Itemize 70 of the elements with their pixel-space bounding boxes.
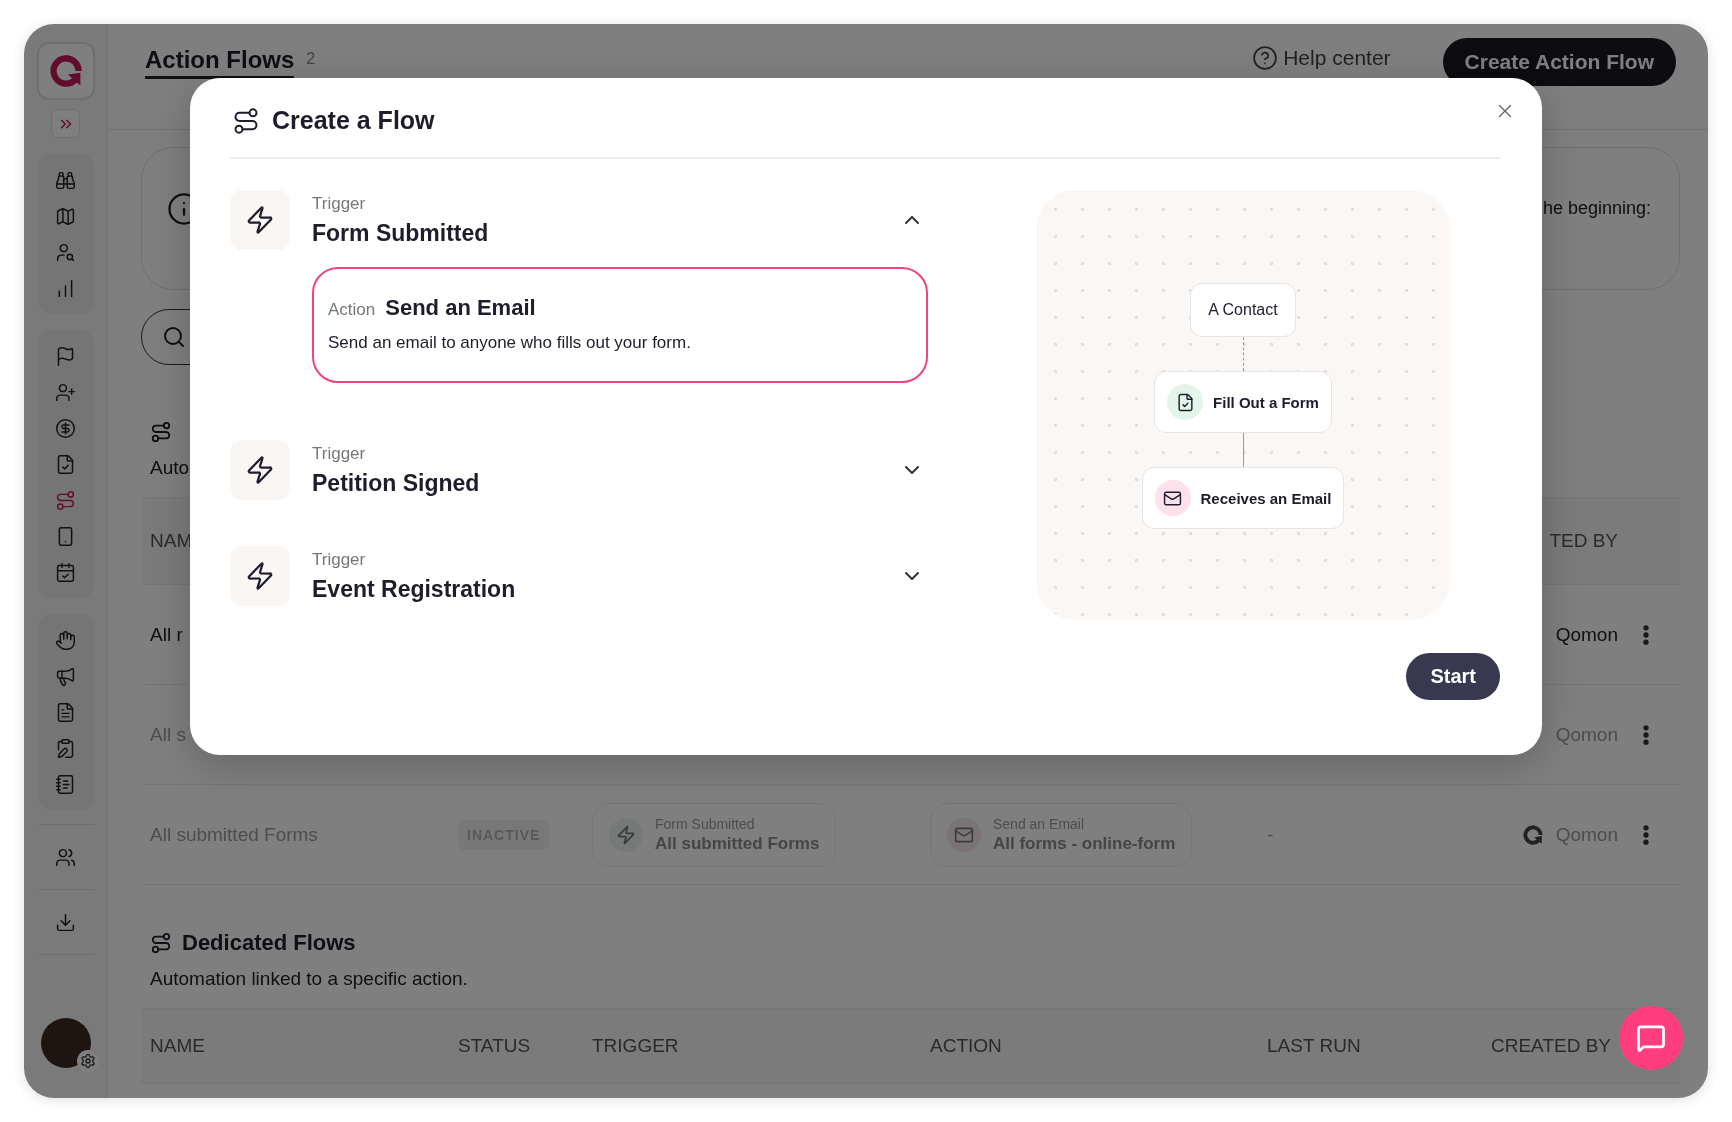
trigger-label: Trigger: [312, 443, 367, 464]
file-check-icon: [55, 453, 76, 475]
file-check-icon: [1175, 392, 1195, 412]
creator-logo-icon: [1521, 823, 1544, 846]
users-icon: [55, 846, 76, 868]
lightning-icon: [245, 455, 275, 485]
clipboard-icon: [55, 737, 76, 759]
table-cell-text: -: [1267, 823, 1275, 846]
column-header: TED BY: [1549, 530, 1619, 552]
section-description: Auto: [150, 457, 190, 479]
lightning-icon: [616, 824, 636, 845]
more-icon: [1643, 622, 1649, 647]
document-icon: [55, 701, 76, 723]
column-header: STATUS: [458, 1035, 532, 1057]
more-icon: [1643, 722, 1649, 747]
user-search-icon: [55, 241, 76, 263]
logo-icon: [47, 53, 84, 89]
section-description: Automation linked to a specific action.: [150, 968, 468, 990]
column-header: CREATED BY: [1491, 1035, 1612, 1057]
trigger-label: Trigger: [312, 193, 367, 214]
help-icon: [1253, 46, 1278, 70]
action-description: Send an email to anyone who fills out your form.: [328, 333, 692, 353]
chip-value: All submitted Forms: [655, 833, 820, 854]
mail-icon: [1163, 488, 1183, 508]
chat-icon: [1636, 1023, 1666, 1053]
action-label: Action: [328, 300, 376, 320]
avatar[interactable]: [40, 1018, 91, 1068]
user-plus-icon: [55, 381, 76, 403]
megaphone-icon: [55, 665, 76, 687]
start-button[interactable]: Start: [1406, 653, 1500, 700]
table-cell: Qomon: [1555, 623, 1618, 646]
download-icon: [55, 911, 76, 933]
lightning-icon: [245, 205, 275, 235]
chip-value: All forms - online-form: [993, 833, 1176, 854]
node-label: A Contact: [1208, 301, 1278, 319]
table-cell-text: All r: [150, 623, 184, 646]
help-link[interactable]: Help center: [1253, 46, 1391, 70]
trigger-label: Trigger: [312, 549, 367, 570]
dollar-icon: [55, 417, 76, 439]
flag-icon: [55, 345, 76, 367]
calendar-check-icon: [55, 561, 76, 583]
trigger-name: Form Submitted: [312, 219, 490, 247]
column-header: ACTION: [930, 1035, 1003, 1057]
column-header: NAME: [150, 1035, 206, 1057]
column-header: LAST RUN: [1267, 1035, 1362, 1057]
route-icon: [150, 932, 172, 954]
expand-sidebar-button[interactable]: [51, 109, 80, 138]
lightning-icon: [245, 561, 275, 591]
action-option[interactable]: Action Send an Email Send an email to anyone who fills out your form.: [312, 267, 928, 383]
dialog-title: Create a Flow: [272, 106, 435, 135]
trigger-name: Petition Signed: [312, 469, 481, 497]
connector-line: [1242, 433, 1244, 467]
column-header: TRIGGER: [592, 1035, 680, 1057]
info-text: he beginning:: [1542, 198, 1651, 219]
route-icon: [55, 489, 76, 511]
section-title: Dedicated Flows: [182, 930, 356, 956]
hand-icon: [55, 629, 76, 651]
route-icon: [232, 106, 260, 135]
flow-count: 2: [306, 50, 316, 68]
route-icon: [150, 421, 172, 443]
create-flow-button[interactable]: Create Action Flow: [1442, 38, 1676, 86]
trigger-name: Event Registration: [312, 575, 517, 603]
binoculars-icon: [55, 169, 76, 191]
node-label: Receives an Email: [1200, 489, 1332, 507]
node-label: Fill Out a Form: [1213, 393, 1319, 411]
action-name: Send an Email: [385, 295, 536, 321]
more-icon: [1643, 822, 1649, 847]
notebook-icon: [55, 773, 76, 795]
map-icon: [55, 205, 76, 227]
search-icon: [162, 325, 186, 349]
